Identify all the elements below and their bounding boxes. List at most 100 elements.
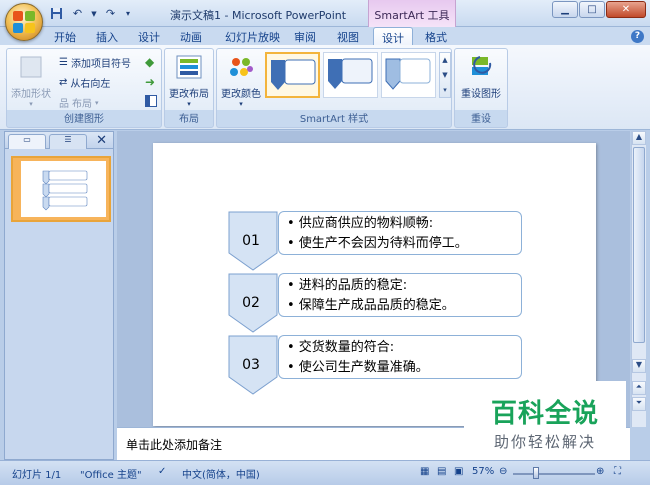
style-thumbnail-1[interactable] (265, 52, 320, 98)
slide-show-icon[interactable]: ▣ (454, 466, 463, 477)
group-create-graphic: 添加形状 ▾ ☰ 添加项目符号 ⇄ 从右向左 品 布局 ▾ ◆ ➜ 创建图形 (6, 48, 162, 128)
layout-menu-dropdown-icon: ▾ (95, 98, 99, 107)
previous-slide-icon[interactable]: ⏶ (632, 381, 646, 395)
spell-check-icon[interactable]: ✓ (158, 466, 166, 477)
tab-insert[interactable]: 插入 (96, 27, 118, 45)
title-bar: ↶ ▼ ↷ ▾ 演示文稿1 - Microsoft PowerPoint Sma… (0, 0, 650, 27)
reset-graphic-icon (466, 53, 496, 83)
item-text-box-1[interactable]: • 供应商供应的物料顺畅: • 使生产不会因为待料而停工。 (278, 211, 522, 255)
demote-arrow-icon[interactable]: ➜ (145, 75, 155, 89)
close-icon[interactable]: ✕ (606, 1, 646, 18)
slide-sorter-icon[interactable]: ▤ (437, 466, 446, 477)
change-layout-label: 更改布局 (169, 89, 209, 100)
window-title: 演示文稿1 - Microsoft PowerPoint (170, 9, 347, 22)
tab-view[interactable]: 视图 (337, 27, 359, 45)
reset-graphic-label: 重设图形 (461, 89, 501, 100)
group-label-create: 创建图形 (64, 114, 104, 125)
vertical-scrollbar[interactable]: ▲ ▼ ⏶ ⏷ (631, 131, 646, 427)
slide-thumbnail-canvas (21, 161, 106, 217)
next-slide-icon[interactable]: ⏷ (632, 397, 646, 411)
style-gallery-scroll[interactable]: ▲ ▼ ▾ (439, 52, 451, 98)
reset-graphic-button[interactable]: 重设图形 (459, 53, 503, 100)
zoom-out-icon[interactable]: ⊖ (499, 466, 507, 477)
office-logo-icon (13, 11, 35, 33)
palette-icon (226, 53, 256, 83)
group-label-reset: 重设 (471, 114, 491, 125)
redo-icon[interactable]: ↷ (102, 5, 119, 22)
fit-to-window-icon[interactable]: ⛶ (614, 466, 621, 477)
scroll-up-icon[interactable]: ▲ (632, 131, 646, 145)
undo-dropdown-icon[interactable]: ▼ (90, 5, 98, 22)
slides-pane-tabs: ▭ ☰ ✕ (5, 132, 113, 149)
change-colors-button[interactable]: 更改颜色 ▾ (219, 53, 263, 108)
maximize-icon[interactable]: □ (579, 1, 605, 18)
layout-menu-button[interactable]: 品 布局 ▾ (59, 95, 99, 111)
zoom-slider-track[interactable] (513, 473, 595, 475)
group-layouts: 更改布局 ▾ 布局 (164, 48, 214, 128)
ribbon-tabs: 开始 插入 设计 动画 幻灯片放映 审阅 视图 设计 格式 ? (0, 27, 650, 46)
add-shape-dropdown-icon: ▾ (29, 100, 33, 108)
group-smartart-styles: 更改颜色 ▾ ▲ ▼ ▾ SmartArt 样式 (216, 48, 452, 128)
style-thumbnail-3[interactable] (381, 52, 436, 98)
quick-access-toolbar: ↶ ▼ ↷ ▾ (48, 5, 133, 22)
promote-arrow-icon[interactable]: ◆ (145, 55, 154, 69)
undo-icon[interactable]: ↶ (69, 5, 86, 22)
item-text-box-3[interactable]: • 交货数量的符合: • 使公司生产数量准确。 (278, 335, 522, 379)
change-layout-dropdown-icon: ▾ (187, 100, 191, 108)
right-to-left-button[interactable]: ⇄ 从右向左 (59, 75, 110, 90)
tab-slide-show[interactable]: 幻灯片放映 (225, 27, 280, 45)
item-line: • 使生产不会因为待料而停工。 (287, 236, 468, 251)
group-label-layout: 布局 (179, 114, 199, 125)
watermark-subtitle: 助你轻松解决 (493, 433, 596, 451)
window-controls: ▁ □ ✕ (552, 1, 646, 18)
ribbon: 添加形状 ▾ ☰ 添加项目符号 ⇄ 从右向左 品 布局 ▾ ◆ ➜ 创建图形 更… (0, 45, 650, 130)
change-layout-button[interactable]: 更改布局 ▾ (167, 53, 211, 108)
smartart-style-gallery: ▲ ▼ ▾ (265, 52, 451, 100)
layout-menu-label: 布局 (72, 99, 92, 110)
language-status[interactable]: 中文(简体，中国) (182, 466, 260, 481)
watermark-title: 百科全说 (490, 399, 599, 429)
text-pane-icon[interactable] (145, 95, 157, 107)
item-line: • 交货数量的符合: (287, 340, 395, 355)
tab-outline-icon[interactable]: ☰ (49, 134, 87, 149)
slide-thumbnail[interactable] (11, 156, 111, 222)
scrollbar-thumb[interactable] (633, 147, 645, 343)
theme-status[interactable]: "Office 主题" (80, 466, 142, 481)
slide-count-status: 幻灯片 1/1 (12, 470, 62, 481)
item-line: • 保障生产成品品质的稳定。 (287, 298, 455, 313)
bullet-list-icon: ☰ (59, 57, 68, 68)
smartart-item-1[interactable]: 01 • 供应商供应的物料顺畅: • 使生产不会因为待料而停工。 (228, 211, 522, 271)
item-number-1: 01 (242, 233, 260, 249)
office-button[interactable] (5, 3, 43, 41)
group-label-styles: SmartArt 样式 (299, 114, 369, 125)
item-line: • 供应商供应的物料顺畅: (287, 216, 434, 231)
change-colors-label: 更改颜色 (221, 89, 261, 100)
tab-slides-icon[interactable]: ▭ (8, 134, 46, 149)
item-line: • 进料的品质的稳定: (287, 278, 408, 293)
help-icon[interactable]: ? (631, 30, 644, 43)
add-shape-button[interactable]: 添加形状 ▾ (9, 53, 53, 108)
swap-arrows-icon: ⇄ (59, 77, 68, 88)
add-bullet-button[interactable]: ☰ 添加项目符号 (59, 55, 131, 70)
tab-review[interactable]: 审阅 (294, 27, 316, 45)
item-text-box-2[interactable]: • 进料的品质的稳定: • 保障生产成品品质的稳定。 (278, 273, 522, 317)
zoom-in-icon[interactable]: ⊕ (596, 466, 604, 477)
minimize-icon[interactable]: ▁ (552, 1, 578, 18)
zoom-slider-knob[interactable] (533, 467, 539, 479)
tab-smartart-design[interactable]: 设计 (373, 27, 413, 46)
close-pane-icon[interactable]: ✕ (96, 133, 107, 148)
save-icon[interactable] (48, 5, 65, 22)
slides-pane: ▭ ☰ ✕ 1 (4, 131, 114, 460)
tab-smartart-format[interactable]: 格式 (425, 27, 447, 45)
style-thumbnail-2[interactable] (323, 52, 378, 98)
smartart-item-2[interactable]: 02 • 进料的品质的稳定: • 保障生产成品品质的稳定。 (228, 273, 522, 333)
scroll-down-icon[interactable]: ▼ (632, 359, 646, 373)
qat-customize-icon[interactable]: ▾ (123, 5, 133, 22)
tab-animations[interactable]: 动画 (180, 27, 202, 45)
tab-home[interactable]: 开始 (54, 27, 76, 45)
zoom-level[interactable]: 57% (472, 466, 494, 477)
right-to-left-label: 从右向左 (70, 79, 111, 90)
tab-design[interactable]: 设计 (138, 27, 160, 45)
watermark: 百科全说 助你轻松解决 (464, 381, 626, 461)
normal-view-icon[interactable]: ▦ (420, 466, 429, 477)
